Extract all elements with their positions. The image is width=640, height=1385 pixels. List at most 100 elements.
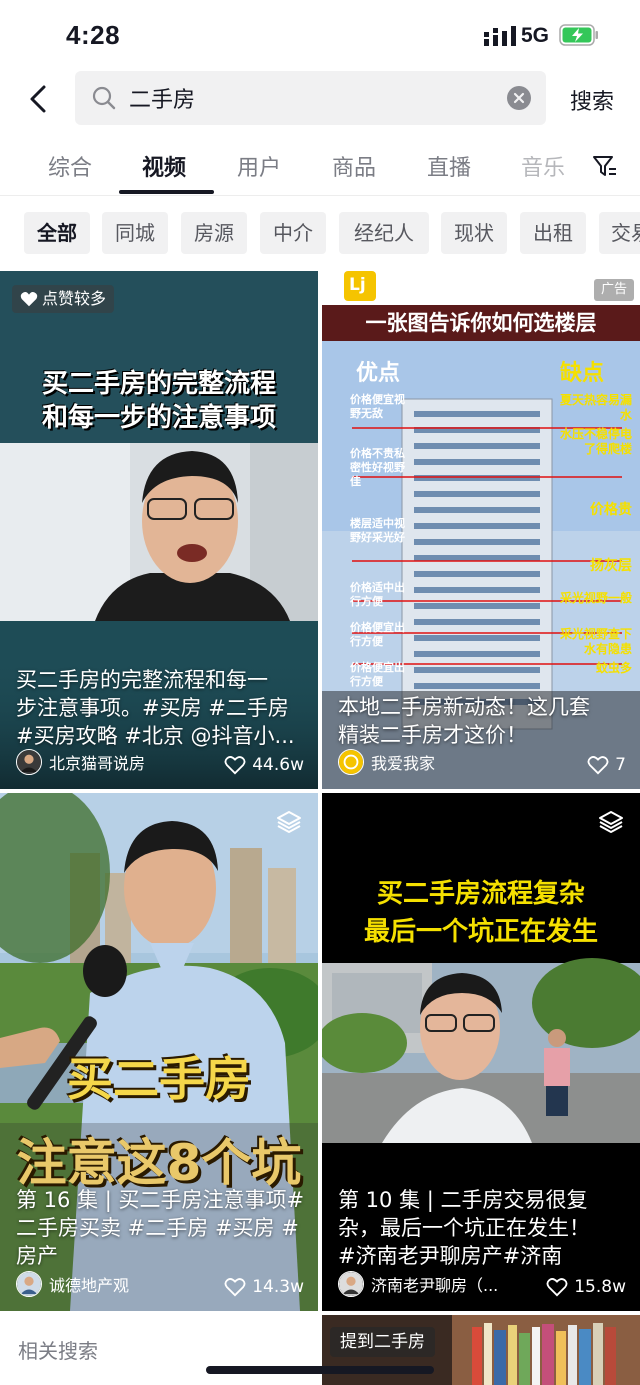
brand-logo: Lj	[349, 275, 366, 295]
overlay-line: 和每一步的注意事项	[41, 403, 276, 433]
video-overlay-title: 买二手房流程复杂 最后一个坑正在发生	[322, 875, 640, 951]
caption-line: #济南老尹聊房产#济南	[338, 1244, 563, 1268]
mention-chip[interactable]: 提到二手房	[330, 1327, 435, 1357]
caption-line: 精装二手房才这价！	[338, 723, 527, 747]
cons-note: 扬灰层	[590, 558, 632, 574]
video-card[interactable]: 买二手房流程复杂 最后一个坑正在发生 第 10 集 | 二手房交易很复 杂，最后…	[322, 793, 640, 1311]
overlay-line: 注意这8个坑	[16, 1134, 302, 1192]
search-input[interactable]	[129, 83, 489, 113]
video-author[interactable]: 济南老尹聊房（...	[338, 1271, 498, 1297]
heart-icon	[224, 1278, 246, 1297]
caption-line: 步注意事项。#买房 #二手房	[16, 696, 289, 720]
heart-icon	[224, 756, 246, 775]
video-overlay-title: 买二手房的完整流程 和每一步的注意事项	[0, 367, 318, 435]
heart-icon	[20, 292, 38, 307]
video-caption: 第 16 集 | 买二手房注意事项# 二手房买卖 #二手房 #买房 # 房产	[16, 1186, 306, 1270]
status-time: 4:28	[66, 20, 121, 50]
avatar	[338, 1271, 364, 1297]
video-card[interactable]: 买二手房的完整流程 和每一步的注意事项 买二手房的完整流程和每一 步注意事项。#…	[0, 271, 318, 789]
author-name: 济南老尹聊房（...	[371, 1276, 499, 1295]
heart-icon	[546, 1278, 568, 1297]
cons-note: 采光视野一般	[559, 591, 632, 605]
chip-rent[interactable]: 出租	[520, 212, 586, 254]
overlay-line: 买二手房	[67, 1052, 251, 1106]
chip-same-city[interactable]: 同城	[102, 212, 168, 254]
author-name: 我爱我家	[371, 754, 436, 773]
result-tabs: 综合 视频 用户 商品 直播 音乐	[0, 140, 640, 196]
layers-icon	[277, 811, 301, 833]
video-author[interactable]: 我爱我家	[338, 749, 435, 775]
filter-icon[interactable]	[592, 153, 618, 179]
video-caption: 本地二手房新动态！这几套 精装二手房才这价！	[338, 693, 628, 749]
network-label: 5G	[521, 24, 550, 47]
pros-header: 优点	[356, 361, 401, 386]
author-name: 北京猫哥说房	[49, 754, 146, 773]
cons-note: 价格贵	[590, 502, 632, 518]
video-card[interactable]: Lj 一张图告诉你如何选楼层 优点 缺点 价格便宜视野无敌 价格不贵私密性好视野…	[322, 271, 640, 789]
filter-chips: 全部 同城 房源 中介 经纪人 现状 出租 交易	[0, 212, 640, 254]
video-card[interactable]: 买二手房 注意这8个坑 第 16 集 | 买二手房注意事项# 二手房买卖 #二手…	[0, 793, 318, 1311]
like-count: 7	[587, 755, 626, 775]
like-count: 15.8w	[546, 1277, 626, 1297]
video-author[interactable]: 诚德地产观	[16, 1271, 129, 1297]
caption-line: 第 10 集 | 二手房交易很复	[338, 1188, 588, 1212]
pros-note: 价格便宜出行方便	[350, 621, 405, 648]
battery-icon	[559, 24, 598, 46]
chip-agency[interactable]: 中介	[260, 212, 326, 254]
overlay-line: 买二手房的完整流程	[41, 369, 276, 399]
pros-notes: 价格便宜视野无敌 价格不贵私密性好视野佳 楼层适中视野好采光好 价格适中出行方便…	[350, 393, 412, 691]
tab-video[interactable]: 视频	[142, 150, 186, 182]
caption-line: 买二手房的完整流程和每一	[16, 668, 268, 692]
chip-listings[interactable]: 房源	[181, 212, 247, 254]
cons-notes: 夏天热容易漏水 水压不稳停电了得爬楼 价格贵 扬灰层 采光视野一般 采光视野查下…	[554, 393, 638, 681]
like-count-value: 7	[615, 755, 626, 775]
video-caption: 第 10 集 | 二手房交易很复 杂，最后一个坑正在发生！ #济南老尹聊房产#济…	[338, 1186, 628, 1270]
signal-icon	[484, 26, 516, 46]
badge-label: 点赞较多	[42, 289, 107, 308]
search-button[interactable]: 搜索	[570, 84, 614, 116]
cons-note: 采光视野查下水有隐患	[559, 627, 632, 656]
chip-status[interactable]: 现状	[441, 212, 507, 254]
related-searches-label: 相关搜索	[18, 1339, 98, 1363]
cons-note: 蚊虫多	[595, 661, 632, 675]
tab-comprehensive[interactable]: 综合	[48, 150, 92, 182]
tab-products[interactable]: 商品	[332, 150, 376, 182]
chip-trade[interactable]: 交易	[599, 212, 640, 254]
avatar	[16, 749, 42, 775]
tab-users[interactable]: 用户	[237, 150, 281, 182]
video-caption: 买二手房的完整流程和每一 步注意事项。#买房 #二手房 #买房攻略 #北京 @抖…	[16, 666, 306, 750]
clear-search-icon[interactable]	[507, 86, 531, 110]
search-box[interactable]	[75, 71, 546, 125]
pros-note: 价格适中出行方便	[350, 581, 405, 608]
pros-note: 价格不贵私密性好视野佳	[350, 447, 405, 488]
layers-icon	[599, 811, 623, 833]
like-count-value: 15.8w	[574, 1277, 626, 1297]
video-author[interactable]: 北京猫哥说房	[16, 749, 145, 775]
caption-line: 第 16 集 | 买二手房注意事项#	[16, 1188, 305, 1212]
like-count-value: 44.6w	[252, 755, 304, 775]
chip-all[interactable]: 全部	[24, 212, 90, 254]
ad-badge: 广告	[593, 279, 634, 301]
back-arrow-icon[interactable]	[22, 82, 56, 116]
pros-note: 价格便宜视野无敌	[350, 393, 405, 420]
like-count-value: 14.3w	[252, 1277, 304, 1297]
caption-line: 房产	[16, 1244, 58, 1268]
overlay-line: 最后一个坑正在发生	[363, 917, 598, 947]
cons-header: 缺点	[560, 361, 605, 386]
avatar	[338, 749, 364, 775]
home-indicator[interactable]	[206, 1366, 434, 1374]
caption-line: #买房攻略 #北京 @抖音小...	[16, 724, 295, 748]
popular-badge: 点赞较多	[12, 285, 115, 313]
heart-icon	[587, 756, 609, 775]
tab-music[interactable]: 音乐	[521, 150, 565, 182]
avatar	[16, 1271, 42, 1297]
author-name: 诚德地产观	[49, 1276, 130, 1295]
tab-live[interactable]: 直播	[427, 150, 471, 182]
caption-line: 杂，最后一个坑正在发生！	[338, 1216, 590, 1240]
chip-agent[interactable]: 经纪人	[339, 212, 429, 254]
overlay-line: 买二手房流程复杂	[376, 879, 585, 909]
active-tab-indicator	[119, 190, 214, 194]
pros-note: 楼层适中视野好采光好	[350, 517, 405, 544]
caption-line: 本地二手房新动态！这几套	[338, 695, 590, 719]
like-count: 44.6w	[224, 755, 304, 775]
